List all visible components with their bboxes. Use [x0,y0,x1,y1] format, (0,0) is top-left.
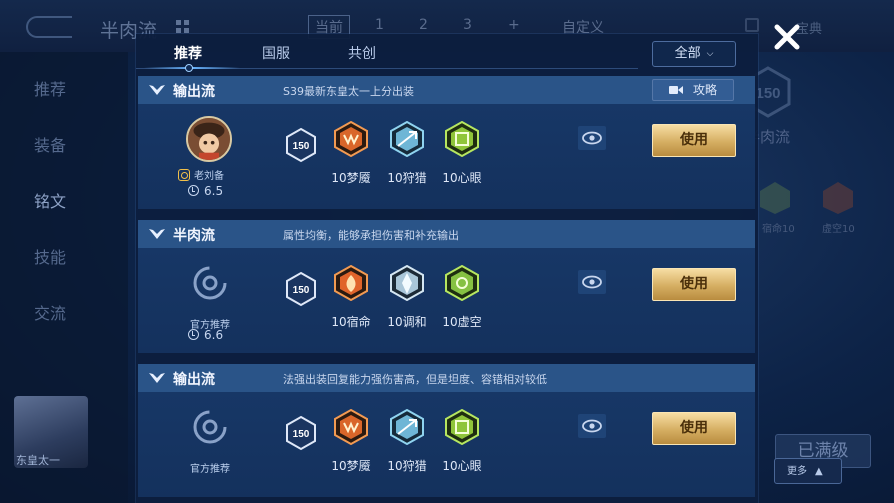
rune-insight-icon[interactable] [444,121,480,157]
bg-tab-3[interactable]: 3 [463,17,472,33]
rune-label: 10梦魇 [331,171,371,185]
build-description: 属性均衡，能够承担伤害和补充输出 [283,229,459,242]
sidebar-item-recommend[interactable]: 推荐 [34,76,66,100]
official-recommend-icon [193,410,227,444]
sidebar-item-runes[interactable]: 铭文 [34,188,66,212]
author-name: 老刘备 [194,171,224,182]
active-tab-dot [185,64,193,72]
rune-insight-icon[interactable] [444,409,480,445]
card-body: 官方推荐 150 10梦魇 10狩猎 10心眼 使用 [138,392,755,497]
grid-icon[interactable] [176,20,189,33]
wings-icon [149,229,165,239]
close-icon[interactable] [772,22,802,52]
eye-icon [582,275,602,289]
build-description: 法强出装回复能力强伤害高，但是坦度、容错相对较低 [283,373,547,386]
rune-level-text: 150 [293,429,310,440]
build-name: 半肉流 [173,228,215,244]
official-recommend-icon [193,266,227,300]
use-button[interactable]: 使用 [652,412,736,445]
build-rating: 6.6 [188,328,223,342]
build-name: 输出流 [173,84,215,100]
build-rating: 6.5 [188,184,223,198]
sidebar-item-community[interactable]: 交流 [34,300,66,324]
bg-rune-label: 虚空10 [822,224,855,235]
preview-button[interactable] [578,414,606,438]
rune-label: 10心眼 [442,171,482,185]
bg-tab-2[interactable]: 2 [419,17,428,33]
sidebar-item-skills[interactable]: 技能 [34,244,66,268]
more-label: 更多 [787,466,807,477]
tab-national-server[interactable]: 国服 [262,43,290,63]
card-header: 输出流 S39最新东皇太一上分出装 攻略 [138,76,755,104]
rune-fate-icon[interactable] [333,265,369,301]
rune-nightmare-icon[interactable] [333,409,369,445]
back-arrow-icon[interactable] [26,16,72,38]
eye-icon [582,419,602,433]
rune-nightmare-icon[interactable] [333,121,369,157]
more-button[interactable]: 更多 ▲ [774,458,842,484]
rune-level-text: 150 [293,141,310,152]
rune-label: 10狩猎 [387,459,427,473]
build-card: 半肉流 属性均衡，能够承担伤害和补充输出 官方推荐 6.6 150 10宿命 1… [138,220,755,353]
bg-level-text: 150 [755,85,780,102]
rune-label: 10心眼 [442,459,482,473]
bg-rune-icon [823,182,853,214]
rune-label: 10调和 [387,315,427,329]
chevron-down-icon: ⌵ [706,49,714,59]
guide-label: 攻略 [693,83,718,97]
build-name: 输出流 [173,372,215,388]
use-button[interactable]: 使用 [652,124,736,157]
rune-hunt-icon[interactable] [389,409,425,445]
bg-tab-add[interactable]: + [508,17,520,33]
author-name: 官方推荐 [190,464,230,475]
preview-button[interactable] [578,126,606,150]
card-body: 老刘备 6.5 150 10梦魇 10狩猎 10心眼 使用 [138,104,755,209]
wings-icon [149,373,165,383]
sidebar-item-equipment[interactable]: 装备 [34,132,66,156]
rune-harmony-icon[interactable] [389,265,425,301]
rune-level-badge: 150 [286,415,316,451]
video-camera-icon [669,86,683,94]
rune-level-badge: 150 [286,271,316,307]
preview-button[interactable] [578,270,606,294]
guide-button[interactable]: 攻略 [652,79,734,101]
copy-icon[interactable] [745,18,759,32]
filter-label: 全部 [674,46,701,61]
tab-recommend[interactable]: 推荐 [174,43,202,63]
bg-rune-label: 宿命10 [762,224,795,235]
modal-tabs: 推荐 国服 共创 全部 ⌵ [136,34,758,72]
build-card: 输出流 S39最新东皇太一上分出装 攻略 老刘备 6.5 150 10梦魇 10… [138,76,755,209]
rune-label: 10虚空 [442,315,482,329]
filter-dropdown[interactable]: 全部 ⌵ [652,41,736,67]
use-button[interactable]: 使用 [652,268,736,301]
chevron-up-icon: ▲ [815,466,823,477]
rune-level-badge: 150 [286,127,316,163]
tab-co-create[interactable]: 共创 [348,43,376,63]
rune-label: 10狩猎 [387,171,427,185]
bg-rune-icon [760,182,790,214]
hero-name: 东皇太一 [16,454,60,467]
rune-level-text: 150 [293,285,310,296]
author-avatar[interactable] [186,116,232,162]
build-description: S39最新东皇太一上分出装 [283,85,414,98]
creator-badge-icon [178,169,190,181]
card-header: 输出流 法强出装回复能力强伤害高，但是坦度、容错相对较低 [138,364,755,392]
card-header: 半肉流 属性均衡，能够承担伤害和补充输出 [138,220,755,248]
rune-label: 10宿命 [331,315,371,329]
rune-void-icon[interactable] [444,265,480,301]
rune-hunt-icon[interactable] [389,121,425,157]
author-info: 老刘备 [178,167,248,182]
rune-label: 10梦魇 [331,459,371,473]
build-recommend-modal: 推荐 国服 共创 全部 ⌵ 输出流 S39最新东皇太一上分出装 攻略 老刘备 6… [136,34,758,503]
wings-icon [149,85,165,95]
rating-value: 6.6 [204,328,224,342]
card-body: 官方推荐 6.6 150 10宿命 10调和 10虚空 使用 [138,248,755,353]
rating-value: 6.5 [204,184,224,198]
clock-icon [188,329,199,340]
eye-icon [582,131,602,145]
clock-icon [188,185,199,196]
build-card: 输出流 法强出装回复能力强伤害高，但是坦度、容错相对较低 官方推荐 150 10… [138,364,755,497]
bg-tab-1[interactable]: 1 [375,17,384,33]
